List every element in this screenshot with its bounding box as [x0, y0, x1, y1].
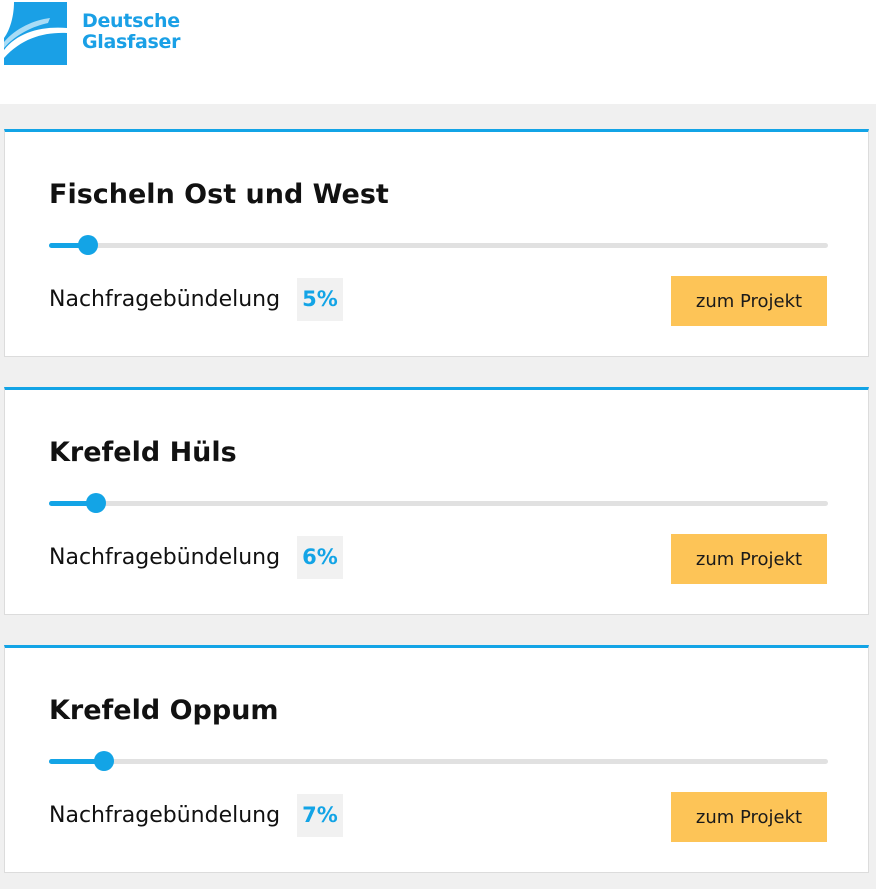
- progress-knob: [77, 235, 98, 255]
- progress-track: [49, 493, 828, 513]
- project-title: Krefeld Oppum: [49, 695, 279, 726]
- brand-name-line2: Glasfaser: [82, 31, 181, 53]
- project-title: Krefeld Hüls: [49, 437, 237, 468]
- project-card: Krefeld Hüls Nachfragebündelung 6% zum P…: [4, 387, 869, 615]
- project-button[interactable]: zum Projekt: [671, 534, 827, 584]
- brand-name: Deutsche Glasfaser: [82, 10, 181, 53]
- project-button[interactable]: zum Projekt: [671, 276, 827, 326]
- metric-label: Nachfragebündelung: [49, 803, 281, 828]
- progress-track: [49, 235, 828, 255]
- site-header: Deutsche Glasfaser: [0, 0, 876, 104]
- project-card: Fischeln Ost und West Nachfragebündelung…: [4, 129, 869, 357]
- logo-mark-icon: [4, 2, 67, 65]
- percent-badge: 7%: [297, 794, 343, 837]
- metric-label: Nachfragebündelung: [49, 287, 281, 312]
- brand-name-line1: Deutsche: [82, 10, 180, 32]
- project-card: Krefeld Oppum Nachfragebündelung 7% zum …: [4, 645, 869, 873]
- project-button[interactable]: zum Projekt: [671, 792, 827, 842]
- brand-logo[interactable]: Deutsche Glasfaser: [4, 2, 181, 65]
- progress-track: [49, 751, 828, 771]
- percent-badge: 5%: [297, 278, 343, 321]
- progress-knob: [85, 493, 106, 513]
- progress-knob: [93, 751, 114, 771]
- percent-badge: 6%: [297, 536, 343, 579]
- metric-label: Nachfragebündelung: [49, 545, 281, 570]
- project-title: Fischeln Ost und West: [49, 179, 389, 210]
